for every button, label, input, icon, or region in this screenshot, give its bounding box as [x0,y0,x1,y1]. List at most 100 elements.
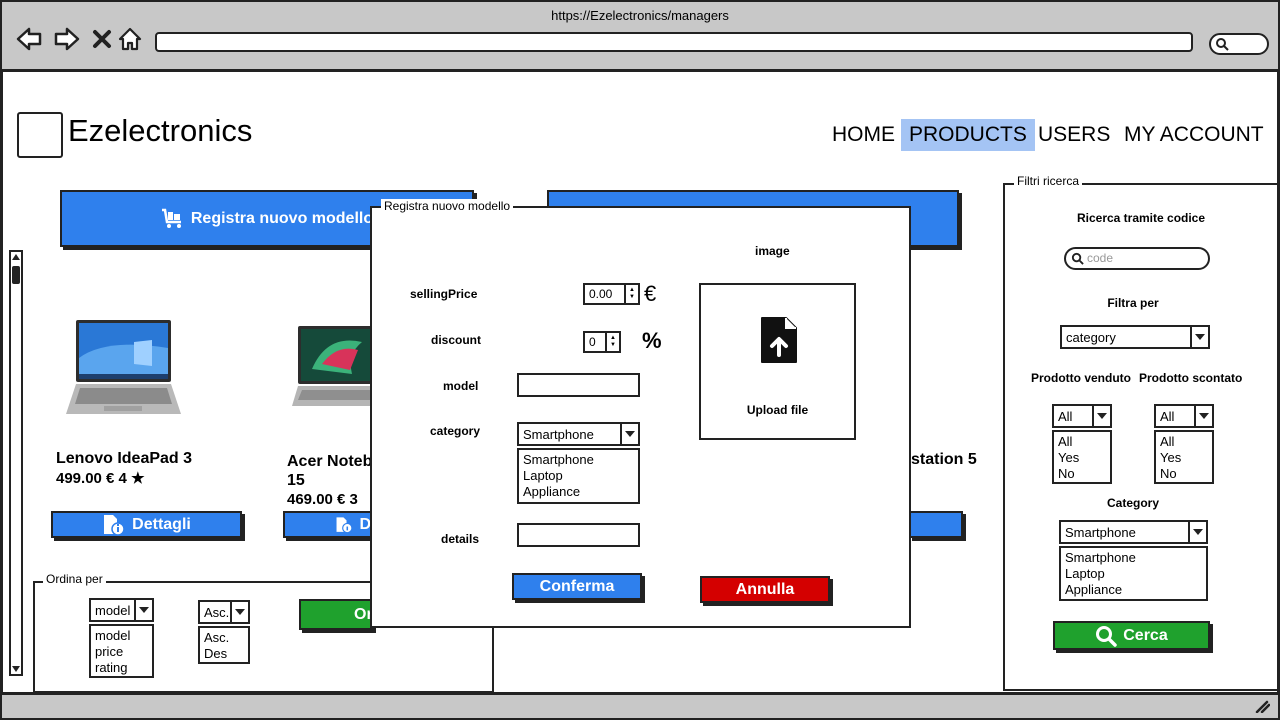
sort-order-select[interactable]: Asc. [198,600,250,624]
category-select[interactable]: Smartphone [1059,520,1208,544]
selling-price-stepper[interactable]: 0.00 ▲ ▼ [583,283,640,305]
list-item[interactable]: No [1058,466,1106,482]
product-image-laptop [292,324,372,415]
discount-stepper[interactable]: 0 ▲ ▼ [583,331,621,353]
resize-grip-icon[interactable] [1254,699,1270,713]
sold-list[interactable]: All Yes No [1052,430,1112,484]
stepper-arrows-icon[interactable]: ▲ ▼ [605,333,619,351]
cart-icon [161,208,181,228]
details-button[interactable]: D [283,511,373,538]
sold-select[interactable]: All [1052,404,1112,428]
list-item[interactable]: price [95,644,148,660]
search-icon [1096,625,1117,647]
list-item[interactable]: Appliance [1065,582,1202,598]
scrollbar-thumb[interactable] [12,266,20,284]
file-upload-icon [761,317,797,363]
forward-icon[interactable] [52,24,82,54]
list-item[interactable]: rating [95,660,148,676]
discounted-select[interactable]: All [1154,404,1214,428]
nav-my-account[interactable]: MY ACCOUNT [1116,119,1272,151]
list-item[interactable]: Asc. [204,630,244,646]
chevron-down-icon [1194,406,1212,426]
discount-value: 0 [589,335,596,349]
dialog-title: Registra nuovo modello [381,199,514,213]
chevron-down-icon [1092,406,1110,426]
list-item[interactable]: Laptop [1065,566,1202,582]
browser-toolbar: https://Ezelectronics/managers [2,2,1278,72]
list-item[interactable]: Yes [1160,450,1208,466]
discount-label: discount [431,333,481,347]
details-input[interactable] [517,523,640,547]
scrollbar[interactable] [9,250,23,676]
sort-order-list[interactable]: Asc. Des [198,626,250,664]
discounted-label: Prodotto scontato [1139,371,1243,385]
details-label: Dettagli [132,515,191,533]
scroll-down-icon[interactable] [11,665,21,673]
cancel-button[interactable]: Annulla [700,576,830,603]
filter-by-select[interactable]: category [1060,325,1210,349]
stepper-arrows-icon[interactable]: ▲ ▼ [624,285,638,303]
browser-search[interactable] [1209,33,1269,55]
back-icon[interactable] [14,24,44,54]
list-item[interactable]: Appliance [523,484,634,500]
sort-field-list[interactable]: model price rating [89,624,154,678]
image-label: image [755,244,790,258]
category-select[interactable]: Smartphone [517,422,640,446]
confirm-button[interactable]: Conferma [512,573,642,600]
brand-title: Ezelectronics [68,113,253,148]
category-label: Category [1106,496,1159,510]
sold-value: All [1058,408,1073,424]
chevron-down-icon [620,424,638,444]
list-item[interactable]: model [95,628,148,644]
stop-icon[interactable] [87,24,117,54]
sort-field-select[interactable]: model [89,598,154,622]
nav-products[interactable]: PRODUCTS [901,119,1035,151]
product-name: station 5 [911,451,977,468]
sold-label: Prodotto venduto [1031,371,1131,385]
filter-by-label: Filtra per [1107,296,1159,310]
list-item[interactable]: Des [204,646,244,662]
upload-file-label: Upload file [746,403,809,417]
code-search-input[interactable]: code [1064,247,1210,270]
list-item[interactable]: All [1160,434,1208,450]
code-placeholder: code [1087,251,1114,265]
product-name: Lenovo IdeaPad 3 [56,450,193,467]
category-list[interactable]: Smartphone Laptop Appliance [517,448,640,504]
category-value: Smartphone [523,426,594,442]
logo-placeholder [17,112,63,158]
home-icon[interactable] [115,24,145,54]
list-item[interactable]: Smartphone [1065,550,1202,566]
list-item[interactable]: Smartphone [523,452,634,468]
list-item[interactable]: Laptop [523,468,634,484]
chevron-down-icon [230,602,248,622]
sort-panel-title: Ordina per [43,572,106,586]
address-bar[interactable] [155,32,1193,52]
chevron-down-icon [134,600,152,620]
sort-button[interactable]: Or [299,599,373,630]
search-button[interactable]: Cerca [1053,621,1210,650]
percent-symbol: % [642,328,662,353]
details-button[interactable]: Dettagli [51,511,242,538]
document-info-icon [104,514,125,536]
discounted-value: All [1160,408,1175,424]
list-item[interactable]: No [1160,466,1208,482]
category-list[interactable]: Smartphone Laptop Appliance [1059,546,1208,601]
product-name-line2: 15 [287,472,305,489]
list-item[interactable]: All [1058,434,1106,450]
scroll-up-icon[interactable] [11,253,21,261]
nav-users[interactable]: USERS [1030,119,1118,151]
status-bar [2,692,1278,718]
selling-price-label: sellingPrice [410,287,478,301]
category-label: category [430,424,481,438]
filter-by-value: category [1066,329,1116,345]
register-model-label: Registra nuovo modello [190,209,374,227]
product-price: 469.00 € 3 [287,491,358,508]
details-button[interactable] [909,511,963,538]
nav-home[interactable]: HOME [824,119,903,151]
details-label: details [441,532,480,546]
list-item[interactable]: Yes [1058,450,1106,466]
upload-file-area[interactable]: Upload file [699,283,856,440]
discounted-list[interactable]: All Yes No [1154,430,1214,484]
model-input[interactable] [517,373,640,397]
product-price: 499.00 € 4 ★ [56,470,145,487]
